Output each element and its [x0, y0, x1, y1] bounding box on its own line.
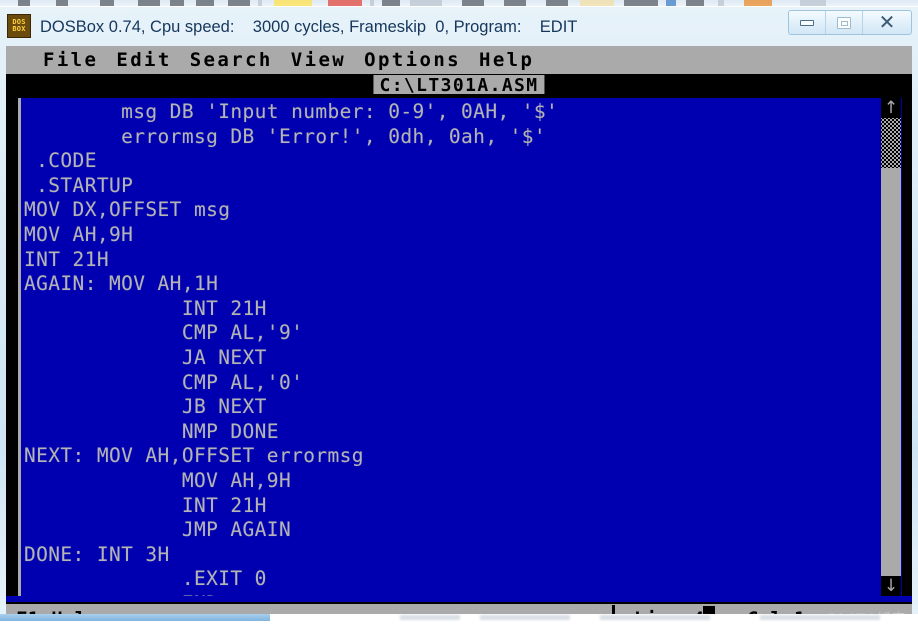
code-line: NMP DONE	[24, 419, 279, 443]
document-frame-top: C:\LT301A.ASM	[6, 74, 912, 96]
window-title: DOSBox 0.74, Cpu speed: 3000 cycles, Fra…	[40, 18, 578, 36]
maximize-icon	[837, 16, 851, 29]
close-icon: ✕	[878, 10, 896, 34]
dosbox-icon: DOS BOX	[7, 14, 31, 38]
dosbox-icon-line2: BOX	[12, 25, 26, 33]
code-line: .CODE	[24, 149, 97, 173]
code-line: AGAIN: MOV AH,1H	[24, 272, 219, 296]
code-line: CMP AL,'9'	[24, 321, 304, 345]
code-line: JB NEXT	[24, 395, 267, 419]
code-line: JA NEXT	[24, 345, 267, 369]
code-line: MOV DX,OFFSET msg	[24, 198, 231, 222]
menu-item-options[interactable]: Options	[355, 49, 470, 71]
desktop-bottom-sliver	[0, 614, 918, 624]
scrollbar-thumb[interactable]	[881, 168, 901, 576]
minimize-icon	[800, 19, 814, 26]
code-line: msg DB 'Input number: 0-9', 0AH, '$'	[24, 100, 559, 123]
code-line: MOV AH,9H	[24, 468, 292, 492]
code-line: JMP AGAIN	[24, 518, 292, 542]
document-title: C:\LT301A.ASM	[373, 75, 545, 96]
editor-text-area[interactable]: msg DB 'Input number: 0-9', 0AH, '$' err…	[24, 98, 879, 596]
maximize-button[interactable]	[826, 11, 863, 34]
code-line: INT 21H	[24, 493, 267, 517]
vertical-scrollbar[interactable]: ↑ ↓	[880, 98, 902, 596]
menu-item-file[interactable]: File	[34, 49, 107, 71]
menu-item-search[interactable]: Search	[181, 49, 282, 71]
code-line: NEXT: MOV AH,OFFSET errormsg	[24, 444, 364, 468]
menu-item-edit[interactable]: Edit	[107, 49, 180, 71]
menu-item-help[interactable]: Help	[470, 49, 543, 71]
minimize-button[interactable]	[789, 11, 826, 34]
editor-inner-frame: msg DB 'Input number: 0-9', 0AH, '$' err…	[18, 98, 902, 596]
screen-root: DOS BOX DOSBox 0.74, Cpu speed: 3000 cyc…	[0, 0, 918, 624]
window-controls: ✕	[788, 10, 912, 35]
dosbox-window: DOS BOX DOSBox 0.74, Cpu speed: 3000 cyc…	[0, 6, 918, 624]
scroll-up-icon[interactable]: ↑	[881, 98, 901, 118]
scroll-down-icon[interactable]: ↓	[881, 576, 901, 596]
code-line: CMP AL,'0'	[24, 370, 304, 394]
code-line: INT 21H	[24, 247, 109, 271]
menu-item-view[interactable]: View	[282, 49, 355, 71]
editor-pane: msg DB 'Input number: 0-9', 0AH, '$' err…	[12, 94, 906, 596]
taskbar-sliver	[0, 614, 270, 621]
menu-bar: File Edit Search View Options Help	[6, 46, 912, 74]
scrollbar-track[interactable]	[881, 118, 901, 168]
code-line: .EXIT 0	[24, 567, 267, 591]
dos-client-area: File Edit Search View Options Help C:\LT…	[6, 46, 912, 624]
code-line: INT 21H	[24, 296, 267, 320]
code-line: DONE: INT 3H	[24, 542, 170, 566]
code-line: MOV AH,9H	[24, 222, 134, 246]
window-titlebar[interactable]: DOS BOX DOSBox 0.74, Cpu speed: 3000 cyc…	[0, 7, 918, 46]
code-line: .STARTUP	[24, 173, 134, 197]
close-button[interactable]: ✕	[863, 11, 911, 34]
code-line: errormsg DB 'Error!', 0dh, 0ah, '$'	[24, 124, 547, 148]
